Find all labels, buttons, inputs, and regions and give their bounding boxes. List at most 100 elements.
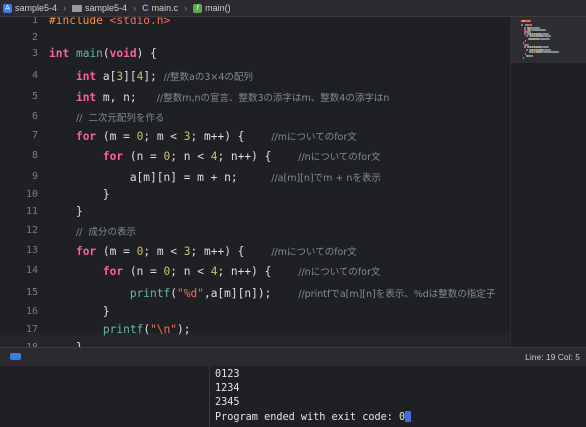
line-number: 16 <box>25 306 38 317</box>
code-comment: //printfでa[m][n]を表示、%dは整数の指定子 <box>298 289 496 300</box>
code-token: "\n" <box>150 323 178 336</box>
breadcrumb-separator: › <box>133 3 137 13</box>
line-number: 7 <box>31 130 38 141</box>
minimap-line <box>535 50 543 53</box>
variables-pane[interactable] <box>0 366 210 427</box>
code-line[interactable]: // 成分の表示 <box>49 224 136 238</box>
folder-icon <box>72 4 83 12</box>
code-token: ; n++) { <box>217 265 299 278</box>
debug-area-toggle-icon[interactable] <box>10 353 21 360</box>
code-token: ,a[m][n]); <box>203 287 299 300</box>
line-number: 3 <box>31 48 38 59</box>
console-line: Program ended with exit code: 0 <box>215 412 406 423</box>
project-icon: A <box>3 3 12 13</box>
code-token: (m = <box>96 245 137 258</box>
breadcrumb-folder[interactable]: sample5-4 <box>69 3 130 13</box>
function-icon: f <box>193 3 203 13</box>
code-token: 3 <box>183 245 191 258</box>
code-token: ]; <box>143 70 164 83</box>
code-token: printf <box>102 323 144 336</box>
code-token: ); <box>177 323 191 336</box>
minimap-line <box>540 37 550 40</box>
console-line: 2345 <box>215 397 240 408</box>
code-comment: //mについてのfor文 <box>271 132 357 143</box>
line-number: 10 <box>25 189 38 200</box>
text-cursor <box>405 411 412 422</box>
cursor-position: Line: 19 Col: 5 <box>525 352 580 362</box>
code-token: m, n; <box>96 91 157 104</box>
code-line[interactable]: int m, n; //整数m,nの宣言、整数3の添字はm、整数4の添字はn <box>49 90 389 104</box>
code-line[interactable]: for (n = 0; n < 4; n++) { //nについてのfor文 <box>49 149 381 163</box>
breadcrumb-symbol-label: main() <box>205 3 231 13</box>
code-line[interactable]: for (n = 0; n < 4; n++) { //nについてのfor文 <box>49 264 381 278</box>
line-number: 9 <box>31 171 38 182</box>
line-number: 13 <box>25 245 38 256</box>
line-number: 6 <box>31 111 38 122</box>
code-comment: // 二次元配列を作る <box>75 113 165 124</box>
breadcrumb-file-label: main.c <box>151 3 179 13</box>
line-number: 4 <box>31 70 38 81</box>
code-comment: // 成分の表示 <box>75 227 136 238</box>
code-token: a[m][n] = m + n; <box>49 171 272 184</box>
minimap-line <box>528 37 540 40</box>
code-line[interactable]: } <box>49 305 110 318</box>
code-token: (m = <box>96 130 137 143</box>
code-token: int <box>75 91 97 104</box>
code-line[interactable]: int a[3][4]; //整数aの3×4の配列 <box>49 69 253 83</box>
code-token: } <box>49 305 110 318</box>
code-token: a[ <box>96 70 117 83</box>
code-token: void <box>109 47 137 60</box>
code-token: ; m < <box>143 245 184 258</box>
console-output[interactable]: 0123 1234 2345 Program ended with exit c… <box>210 366 586 427</box>
code-token: ; n++) { <box>217 150 299 163</box>
debug-bar: Line: 19 Col: 5 <box>0 347 586 367</box>
minimap-line <box>525 39 526 42</box>
code-token: 3 <box>183 130 191 143</box>
code-line[interactable]: // 二次元配列を作る <box>49 110 164 124</box>
breadcrumb-project[interactable]: A sample5-4 <box>0 3 60 13</box>
breadcrumb-symbol[interactable]: f main() <box>190 3 234 13</box>
line-number: 1 <box>31 17 38 26</box>
code-comment: //a[m][n]でm + nを表示 <box>271 173 381 184</box>
code-comment: //整数m,nの宣言、整数3の添字はm、整数4の添字はn <box>156 93 390 104</box>
code-editor[interactable]: 12345678910111213141516171819 #include <… <box>0 17 510 347</box>
line-number-gutter: 12345678910111213141516171819 <box>0 17 42 347</box>
code-line[interactable]: } <box>49 205 83 218</box>
code-token: "%d" <box>177 287 204 300</box>
code-line[interactable]: for (m = 0; m < 3; m++) { //mについてのfor文 <box>49 244 357 258</box>
code-token: for <box>75 130 97 143</box>
code-line[interactable]: for (m = 0; m < 3; m++) { //mについてのfor文 <box>49 129 357 143</box>
code-line[interactable]: printf("%d",a[m][n]); //printfでa[m][n]を表… <box>49 286 495 300</box>
line-number: 2 <box>31 32 38 43</box>
code-line[interactable]: #include <stdio.h> <box>49 17 170 27</box>
code-line[interactable]: a[m][n] = m + n; //a[m][n]でm + nを表示 <box>49 170 381 184</box>
code-token: int <box>49 47 70 60</box>
minimap-line <box>526 20 531 22</box>
breadcrumb-file[interactable]: C main.c <box>139 3 181 13</box>
code-comment: //mについてのfor文 <box>271 247 357 258</box>
breadcrumb-folder-label: sample5-4 <box>85 3 128 13</box>
code-token: } <box>49 188 110 201</box>
code-line[interactable]: } <box>49 188 110 201</box>
code-token: for <box>102 265 124 278</box>
line-number: 11 <box>25 206 38 217</box>
line-number: 14 <box>25 265 38 276</box>
line-number: 15 <box>25 287 38 298</box>
minimap[interactable] <box>510 17 586 347</box>
code-line[interactable]: int main(void) { <box>49 47 157 60</box>
code-token: ( <box>102 47 110 60</box>
code-token: (n = <box>123 150 164 163</box>
code-token: ( <box>170 287 177 300</box>
code-token: for <box>75 245 97 258</box>
code-line[interactable]: printf("\n"); <box>49 323 191 336</box>
minimap-line <box>543 50 559 53</box>
console-line: 0123 <box>215 369 240 380</box>
minimap-line <box>526 48 528 51</box>
